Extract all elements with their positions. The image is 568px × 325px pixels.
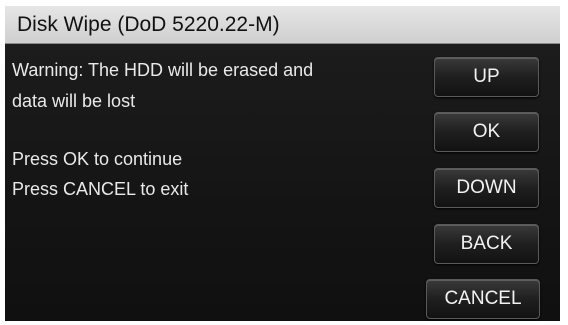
dialog-content: Warning: The HDD will be erased and data…: [5, 44, 560, 321]
title-bar: Disk Wipe (DoD 5220.22-M): [5, 6, 560, 44]
down-button[interactable]: DOWN: [434, 168, 539, 208]
cancel-button[interactable]: CANCEL: [426, 279, 540, 319]
display-screen: Disk Wipe (DoD 5220.22-M) Warning: The H…: [5, 6, 560, 321]
up-button[interactable]: UP: [434, 57, 539, 97]
instruction-ok: Press OK to continue: [12, 149, 183, 169]
warning-line-1: Warning: The HDD will be erased and: [12, 60, 314, 80]
warning-line-2: data will be lost: [12, 91, 136, 111]
ok-button[interactable]: OK: [434, 112, 539, 152]
window-title: Disk Wipe (DoD 5220.22-M): [17, 13, 280, 36]
instruction-cancel: Press CANCEL to exit: [12, 179, 189, 199]
back-button[interactable]: BACK: [434, 224, 539, 264]
